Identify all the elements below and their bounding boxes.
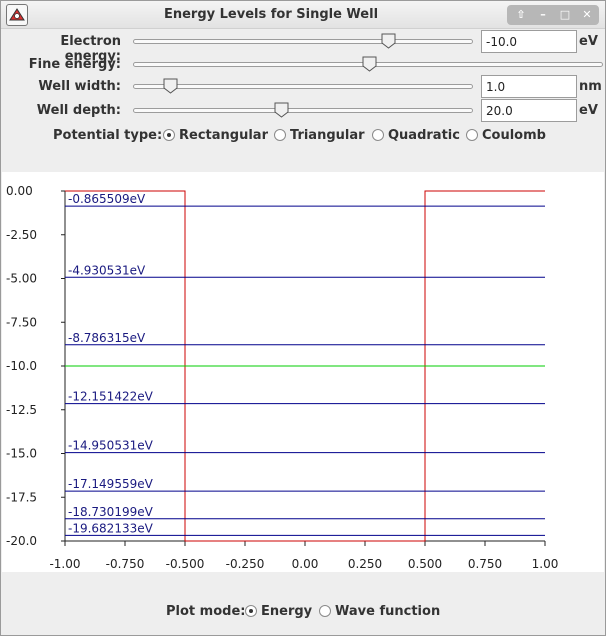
radio-icon[interactable]	[372, 129, 384, 141]
potential-option-label: Quadratic	[388, 128, 460, 143]
x-tick-label: 0.250	[348, 557, 382, 571]
well-width-slider-thumb[interactable]	[163, 78, 178, 94]
potential-option-rectangular[interactable]: Rectangular	[163, 128, 268, 143]
potential-option-label: Coulomb	[482, 128, 546, 143]
well-depth-slider[interactable]	[133, 102, 473, 118]
x-tick-label: 0.750	[468, 557, 502, 571]
fine-energy-slider[interactable]	[133, 56, 603, 72]
plot-mode-option-energy[interactable]: Energy	[245, 604, 312, 619]
plot-mode-option-label: Energy	[261, 604, 313, 619]
energy-level-label: -17.149559eV	[68, 477, 154, 491]
energy-level-label: -0.865509eV	[68, 192, 146, 206]
window-minimize-icon[interactable]: –	[535, 7, 551, 23]
energy-level-label: -12.151422eV	[68, 390, 154, 404]
window-maximize-icon[interactable]: □	[557, 7, 573, 23]
well-width-input[interactable]	[481, 75, 577, 98]
energy-level-label: -14.950531eV	[68, 439, 154, 453]
y-tick-label: -15.0	[6, 447, 37, 461]
x-tick-label: -0.750	[106, 557, 145, 571]
y-tick-label: -10.0	[6, 359, 37, 373]
y-tick-label: -5.00	[6, 272, 37, 286]
y-tick-label: -17.5	[6, 490, 37, 504]
y-tick-label: -2.50	[6, 228, 37, 242]
energy-level-label: -8.786315eV	[68, 331, 146, 345]
potential-option-quadratic[interactable]: Quadratic	[372, 128, 460, 143]
potential-type-label: Potential type:	[53, 128, 163, 143]
plot-mode-group: Plot mode: Energy Wave function	[166, 604, 466, 622]
energy-level-label: -18.730199eV	[68, 505, 154, 519]
potential-option-triangular[interactable]: Triangular	[274, 128, 365, 143]
well-width-unit: nm	[579, 79, 602, 94]
energy-plot-canvas: 0.00 -2.50 -5.00 -7.50 -10.0 -12.5 -15.0 -17.5 -…	[6, 184, 559, 571]
fine-energy-label: Fine energy:	[28, 57, 121, 72]
electron-energy-slider-thumb[interactable]	[381, 33, 396, 49]
title-bar[interactable]: Energy Levels for Single Well ⇧ – □ ✕	[1, 1, 605, 29]
electron-energy-unit: eV	[579, 34, 598, 49]
y-tick-label: -20.0	[6, 534, 37, 548]
potential-option-coulomb[interactable]: Coulomb	[466, 128, 546, 143]
x-tick-label: 0.500	[408, 557, 442, 571]
window-up-icon[interactable]: ⇧	[513, 7, 529, 23]
radio-icon[interactable]	[163, 129, 175, 141]
potential-type-group: Potential type: Rectangular Triangular Q…	[53, 128, 593, 146]
x-tick-label: 1.00	[532, 557, 559, 571]
energy-level-label: -19.682133eV	[68, 521, 154, 535]
radio-icon[interactable]	[245, 605, 257, 617]
well-depth-slider-thumb[interactable]	[274, 102, 289, 118]
window-controls: ⇧ – □ ✕	[507, 5, 599, 25]
y-tick-label: 0.00	[6, 184, 33, 198]
well-width-label: Well width:	[38, 79, 121, 94]
x-tick-label: -0.250	[226, 557, 265, 571]
potential-option-label: Rectangular	[179, 128, 268, 143]
potential-option-label: Triangular	[290, 128, 365, 143]
well-width-slider[interactable]	[133, 78, 473, 94]
energy-plot[interactable]: 0.00 -2.50 -5.00 -7.50 -10.0 -12.5 -15.0 -17.5 -…	[2, 172, 604, 572]
y-tick-label: -12.5	[6, 403, 37, 417]
energy-level-label: -4.930531eV	[68, 263, 146, 277]
electron-energy-slider[interactable]	[133, 33, 473, 49]
x-tick-label: -1.00	[49, 557, 80, 571]
well-depth-input[interactable]	[481, 99, 577, 122]
well-depth-unit: eV	[579, 103, 598, 118]
y-tick-label: -7.50	[6, 315, 37, 329]
plot-mode-option-wave-function[interactable]: Wave function	[319, 604, 440, 619]
radio-icon[interactable]	[319, 605, 331, 617]
x-tick-label: 0.00	[292, 557, 319, 571]
fine-energy-slider-thumb[interactable]	[362, 56, 377, 72]
plot-mode-option-label: Wave function	[335, 604, 441, 619]
electron-energy-input[interactable]	[481, 30, 577, 53]
x-tick-label: -0.500	[166, 557, 205, 571]
radio-icon[interactable]	[274, 129, 286, 141]
well-depth-label: Well depth:	[36, 103, 121, 118]
app-window: Energy Levels for Single Well ⇧ – □ ✕ El…	[0, 0, 606, 636]
plot-mode-label: Plot mode:	[166, 604, 246, 619]
window-title: Energy Levels for Single Well	[163, 7, 379, 22]
radio-icon[interactable]	[466, 129, 478, 141]
window-close-icon[interactable]: ✕	[579, 7, 595, 23]
